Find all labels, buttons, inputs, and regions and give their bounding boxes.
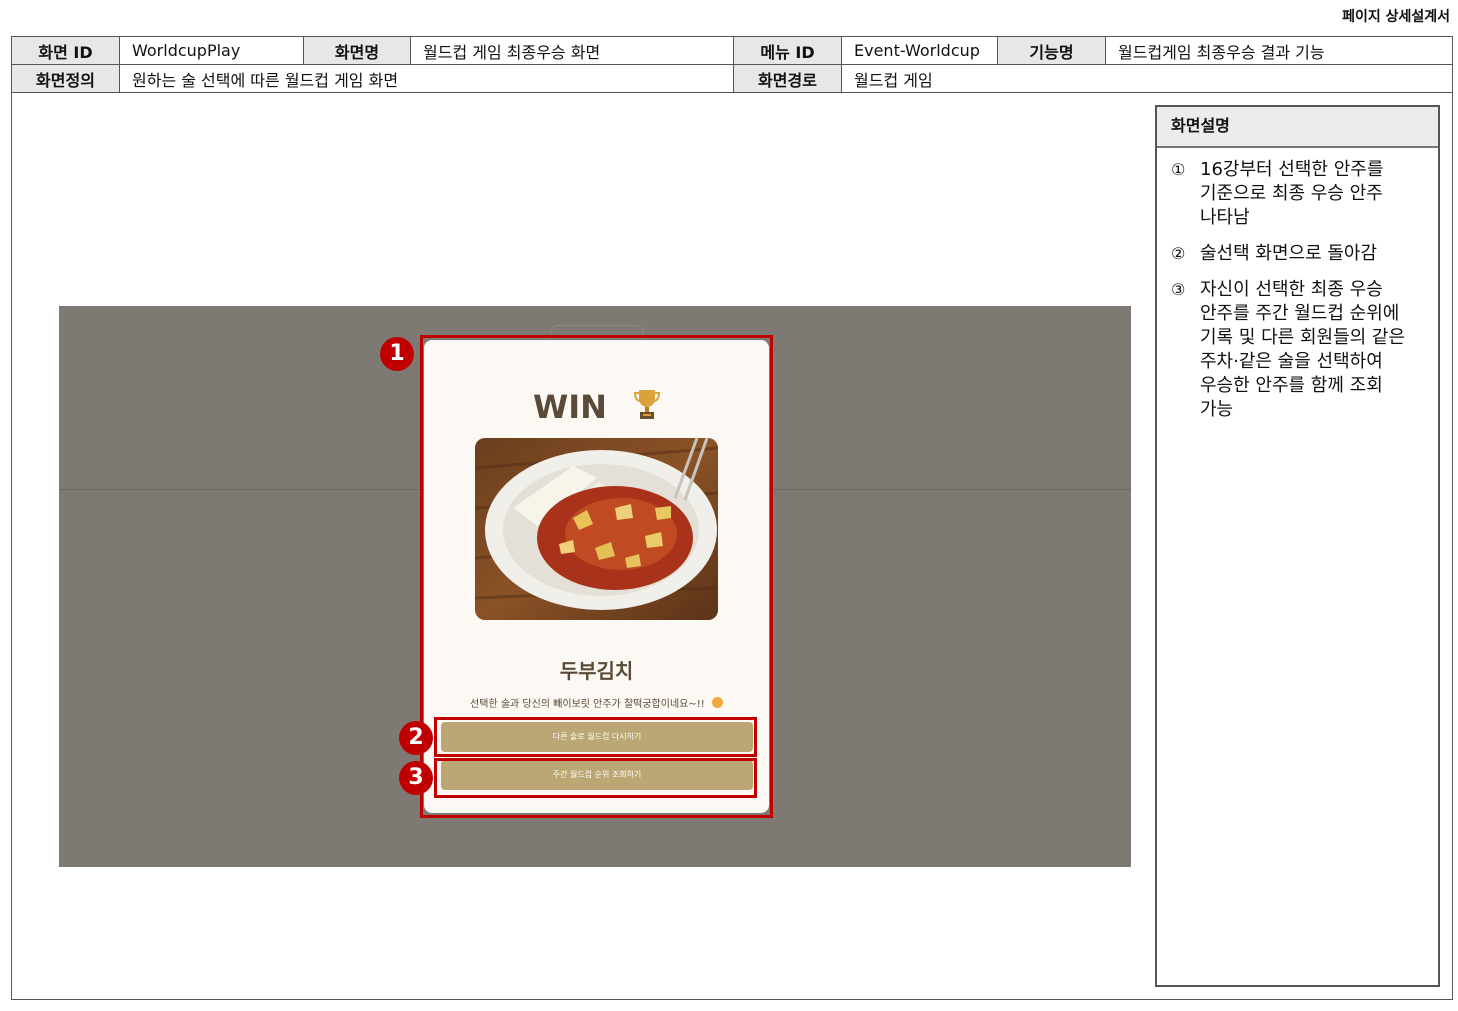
meta-table: 화면 ID WorldcupPlay 화면명 월드컵 게임 최종우승 화면 메뉴… [11, 36, 1453, 93]
callout-badge-2: 2 [399, 721, 433, 755]
feature-label: 기능명 [997, 36, 1106, 65]
screen-id-value: WorldcupPlay [119, 36, 304, 65]
panel-title: 화면설명 [1157, 107, 1438, 148]
callout-badge-3: 3 [399, 761, 433, 795]
callout-badge-1: 1 [380, 337, 414, 371]
panel-item: ① 16강부터 선택한 안주를 기준으로 최종 우승 안주 나타남 [1171, 158, 1424, 230]
menu-id-label: 메뉴 ID [733, 36, 842, 65]
panel-item: ③ 자신이 선택한 최종 우승 안주를 주간 월드컵 순위에 기록 및 다른 회… [1171, 278, 1424, 422]
definition-value: 원하는 술 선택에 따른 월드컵 게임 화면 [119, 64, 734, 93]
panel-item-text: 술선택 화면으로 돌아감 [1200, 243, 1378, 264]
path-label: 화면경로 [733, 64, 842, 93]
description-panel: 화면설명 ① 16강부터 선택한 안주를 기준으로 최종 우승 안주 나타남 ②… [1155, 105, 1440, 987]
panel-item-number: ② [1171, 244, 1186, 263]
panel-item: ② 술선택 화면으로 돌아감 [1171, 242, 1424, 266]
screen-id-label: 화면 ID [11, 36, 120, 65]
highlight-box-2 [434, 717, 757, 757]
definition-label: 화면정의 [11, 64, 120, 93]
menu-id-value: Event-Worldcup [841, 36, 998, 65]
document-title: 페이지 상세설계서 [1342, 9, 1450, 25]
panel-item-number: ③ [1171, 280, 1186, 299]
feature-value: 월드컵게임 최종우승 결과 기능 [1105, 36, 1453, 65]
path-value: 월드컵 게임 [841, 64, 1453, 93]
panel-list: ① 16강부터 선택한 안주를 기준으로 최종 우승 안주 나타남 ② 술선택 … [1157, 148, 1438, 422]
panel-item-number: ① [1171, 160, 1186, 179]
panel-item-text: 자신이 선택한 최종 우승 안주를 주간 월드컵 순위에 기록 및 다른 회원들… [1200, 279, 1406, 420]
screen-name-label: 화면명 [303, 36, 411, 65]
screen-name-value: 월드컵 게임 최종우승 화면 [410, 36, 734, 65]
panel-item-text: 16강부터 선택한 안주를 기준으로 최종 우승 안주 나타남 [1200, 159, 1384, 228]
highlight-box-3 [434, 758, 757, 798]
